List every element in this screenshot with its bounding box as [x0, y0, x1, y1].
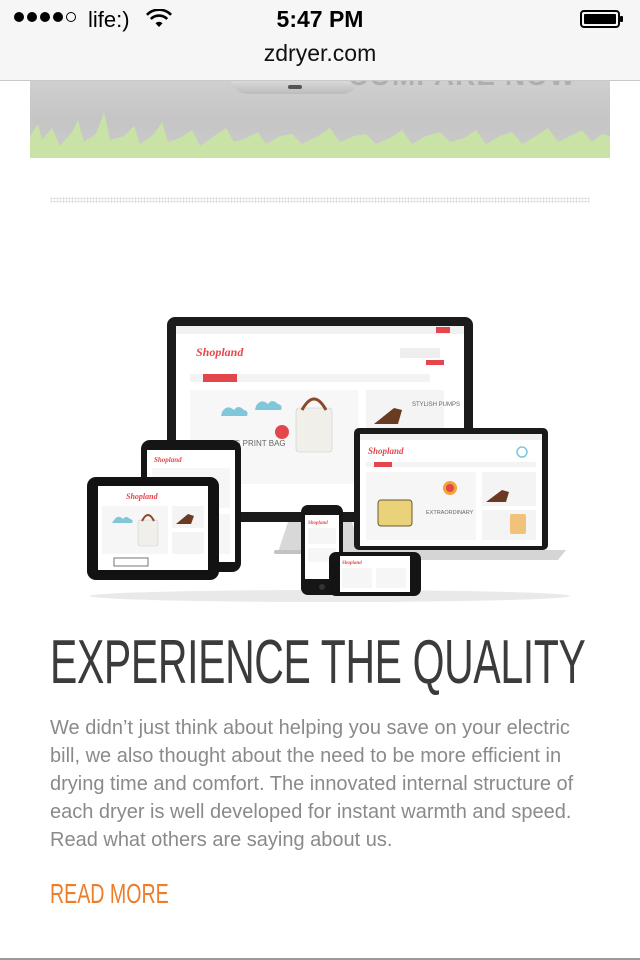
- status-bar: life:) 5:47 PM zdryer.com: [0, 0, 640, 81]
- shopland-logo: Shopland: [196, 345, 244, 359]
- read-more-link[interactable]: READ MORE: [50, 876, 169, 912]
- promo-banner[interactable]: COMPARE NOW: [30, 72, 610, 158]
- clock: 5:47 PM: [276, 6, 364, 32]
- svg-text:Shopland: Shopland: [308, 521, 328, 526]
- section-body-text: We didn’t just think about helping you s…: [50, 717, 574, 851]
- promo-extraordinary: EXTRAORDINARY: [426, 510, 474, 516]
- promo-pumps: STYLISH PUMPS: [412, 402, 460, 408]
- svg-text:Shopland: Shopland: [126, 492, 159, 501]
- address-bar-url[interactable]: zdryer.com: [0, 40, 640, 67]
- svg-text:Shopland: Shopland: [368, 446, 404, 456]
- svg-text:Shopland: Shopland: [342, 561, 362, 566]
- grass-decoration: [30, 112, 610, 158]
- svg-text:Shopland: Shopland: [154, 456, 182, 464]
- page: life:) 5:47 PM zdryer.com COMPARE NOW Sh…: [0, 0, 640, 960]
- responsive-devices-illustration: Shopland AMAZING PRINT BAG STYLISH PUMPS…: [87, 317, 570, 602]
- battery-icon: [580, 10, 623, 28]
- section-divider: [50, 197, 590, 203]
- section-headline: EXPERIENCE THE QUALITY: [50, 628, 586, 697]
